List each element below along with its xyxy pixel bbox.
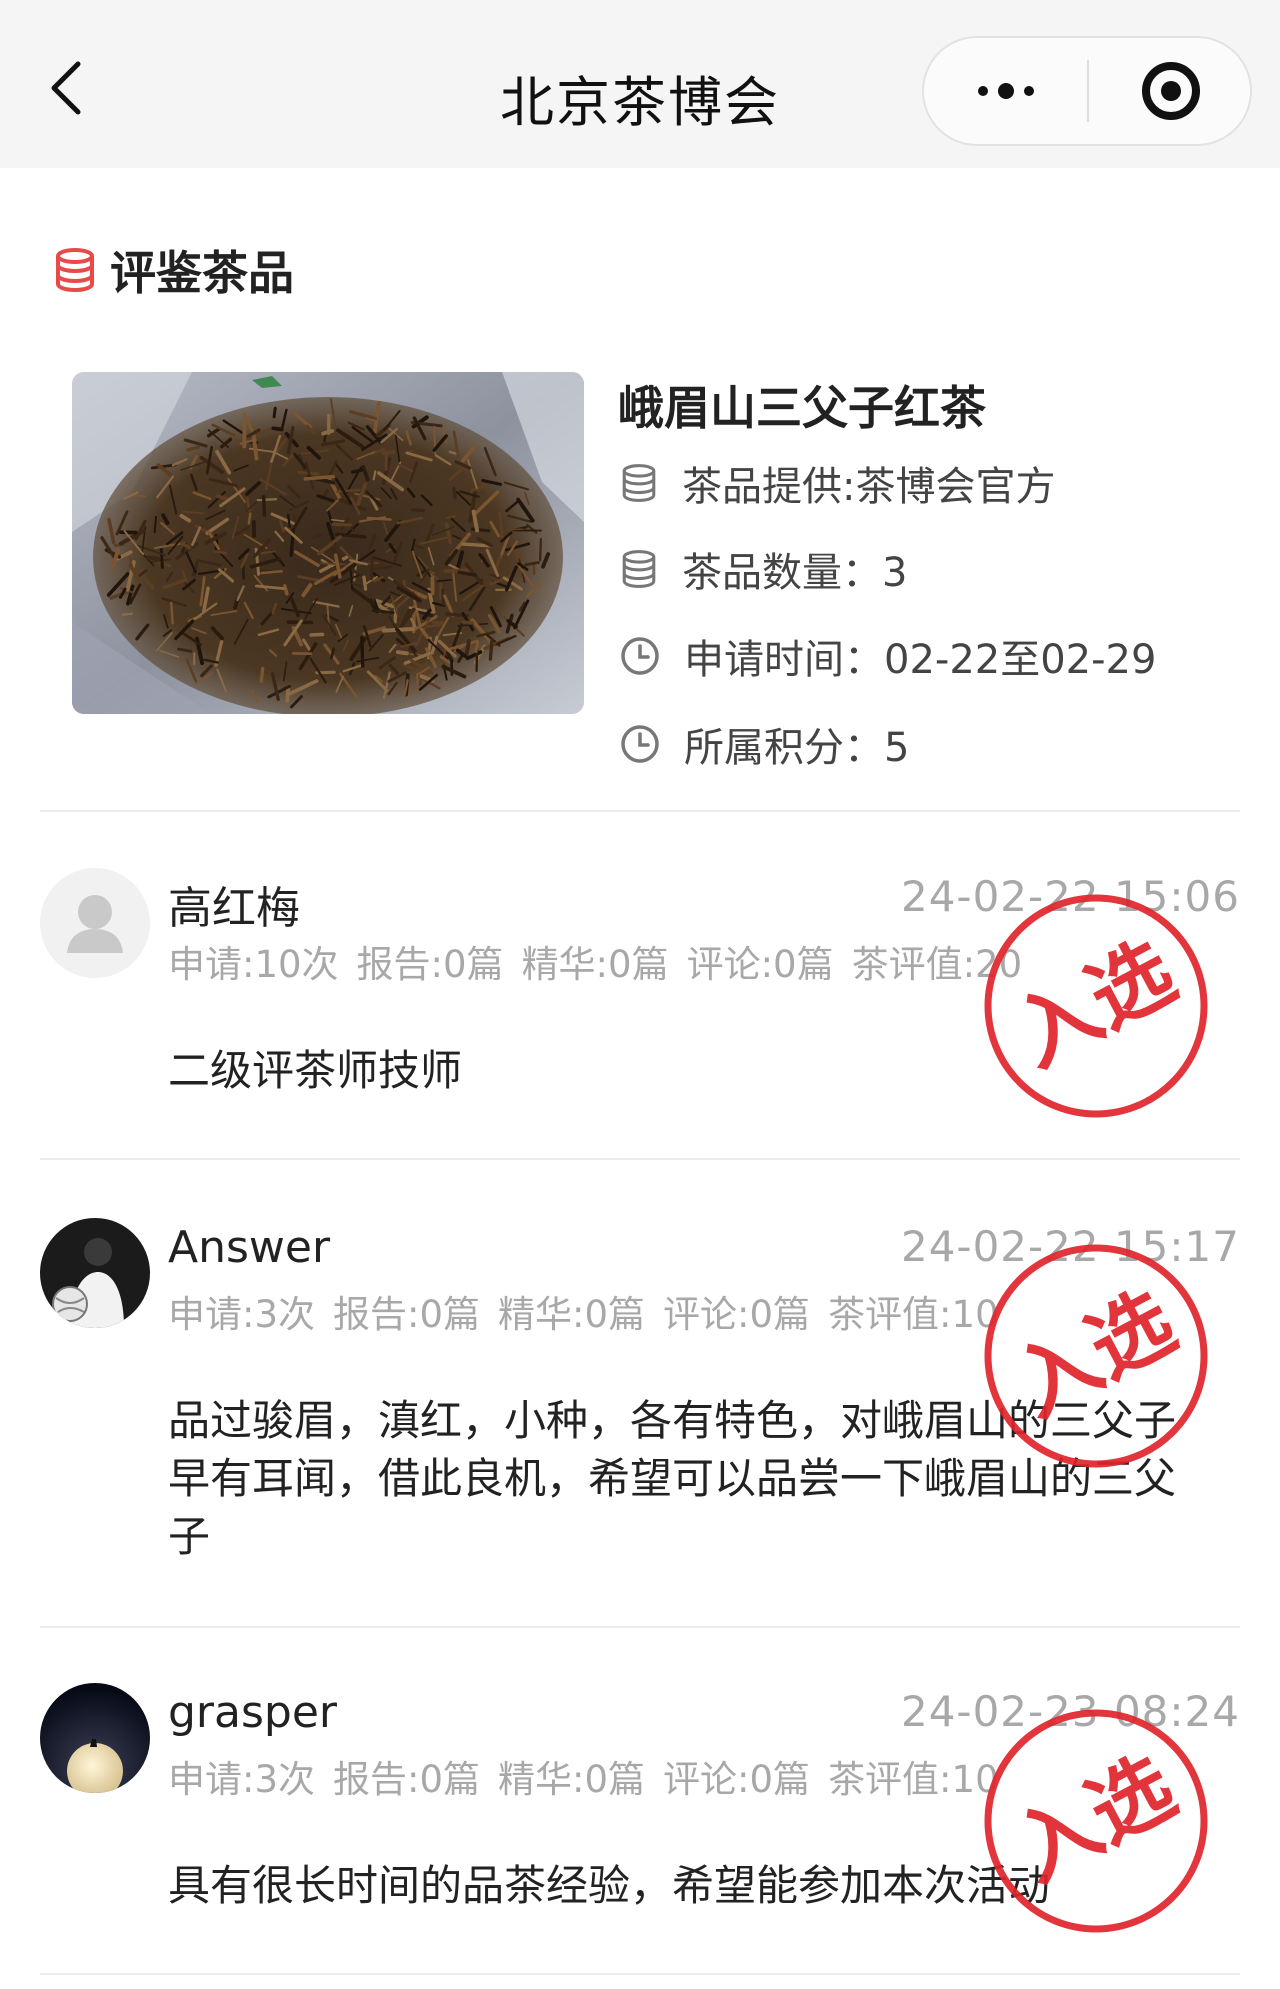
applicant-time: 24-02-22 15:06 (900, 872, 1240, 921)
clock-icon (621, 637, 659, 675)
tea-name: 峨眉山三父子红茶 (618, 381, 986, 435)
stat-tea-score: 茶评值:20 (851, 943, 1023, 986)
applicant-entry[interactable]: grasper 24-02-23 08:24 申请:3次 报告:0篇 精华:0篇 评论… (0, 1683, 1280, 1973)
applicant-stats: 申请:3次 报告:0篇 精华:0篇 评论:0篇 茶评值:10 (168, 1749, 1017, 1803)
database-stack-icon (622, 464, 656, 502)
stat-apply: 申请:3次 (168, 1758, 316, 1801)
section-header: 评鉴茶品 (54, 240, 294, 300)
stat-featured: 精华:0篇 (498, 1758, 646, 1801)
user-photo-avatar (40, 1218, 150, 1328)
applicant-entry[interactable]: 高红梅 24-02-22 15:06 申请:10次 报告:0篇 精华:0篇 评论:0篇… (0, 868, 1280, 1158)
more-menu-button[interactable] (924, 38, 1087, 144)
stat-tea-score: 茶评值:10 (828, 1758, 999, 1801)
default-avatar-icon (40, 868, 150, 978)
applicant-time: 24-02-23 08:24 (900, 1687, 1240, 1736)
stat-comment: 评论:0篇 (663, 1293, 811, 1336)
stat-comment: 评论:0篇 (663, 1758, 811, 1801)
stat-comment: 评论:0篇 (686, 943, 834, 986)
stat-featured: 精华:0篇 (498, 1293, 646, 1336)
stat-report: 报告:0篇 (333, 1293, 481, 1336)
tea-points-row: 所属积分：5 (620, 716, 909, 772)
tea-quantity-row: 茶品数量：3 (620, 541, 907, 597)
stat-report: 报告:0篇 (333, 1758, 481, 1801)
applicant-note: 品过骏眉，滇红，小种，各有特色，对峨眉山的三父子早有耳闻，借此良机，希望可以品尝… (168, 1396, 1177, 1561)
section-title: 评鉴茶品 (110, 246, 294, 300)
stat-tea-score: 茶评值:10 (828, 1293, 999, 1336)
applicant-name: grasper (168, 1687, 337, 1738)
divider (40, 1626, 1240, 1628)
applicant-note: 具有很长时间的品茶经验，希望能参加本次活动 (168, 1861, 1051, 1910)
tea-points: 所属积分：5 (684, 725, 910, 771)
stat-featured: 精华:0篇 (521, 943, 669, 986)
applicant-stats: 申请:10次 报告:0篇 精华:0篇 评论:0篇 茶评值:20 (168, 934, 1040, 988)
tea-provider-row: 茶品提供:茶博会官方 (620, 455, 1055, 511)
applicant-name: Answer (168, 1222, 331, 1273)
applicant-name: 高红梅 (168, 883, 300, 934)
tea-provider: 茶品提供:茶博会官方 (682, 464, 1056, 510)
tea-apply-time: 申请时间：02-22至02-29 (684, 637, 1157, 683)
tea-product-image[interactable] (72, 372, 584, 714)
divider (40, 810, 1240, 812)
close-mini-program-button[interactable] (1089, 38, 1252, 144)
divider (40, 1973, 1240, 1975)
applicant-entry[interactable]: Answer 24-02-22 15:17 申请:3次 报告:0篇 精华:0篇 评论:… (0, 1218, 1280, 1618)
avatar[interactable] (40, 1683, 150, 1793)
more-dots-icon (977, 83, 1034, 99)
avatar[interactable] (40, 1218, 150, 1328)
applicant-note: 二级评茶师技师 (168, 1046, 463, 1095)
stat-apply: 申请:10次 (168, 943, 339, 986)
database-stack-icon (622, 550, 656, 588)
target-circle-icon (1141, 62, 1200, 120)
applicant-stats: 申请:3次 报告:0篇 精华:0篇 评论:0篇 茶评值:10 (168, 1284, 1017, 1338)
moon-photo-avatar (40, 1683, 150, 1793)
tea-quantity: 茶品数量：3 (682, 550, 908, 596)
applicant-time: 24-02-22 15:17 (900, 1222, 1240, 1271)
stat-report: 报告:0篇 (356, 943, 504, 986)
divider (40, 1158, 1240, 1160)
tea-apply-time-row: 申请时间：02-22至02-29 (620, 628, 1156, 684)
database-stack-icon (56, 248, 94, 293)
mini-program-capsule (922, 36, 1252, 146)
avatar[interactable] (40, 868, 150, 978)
clock-icon (621, 725, 659, 763)
top-navigation-bar: 北京茶博会 (0, 0, 1280, 168)
stat-apply: 申请:3次 (168, 1293, 316, 1336)
